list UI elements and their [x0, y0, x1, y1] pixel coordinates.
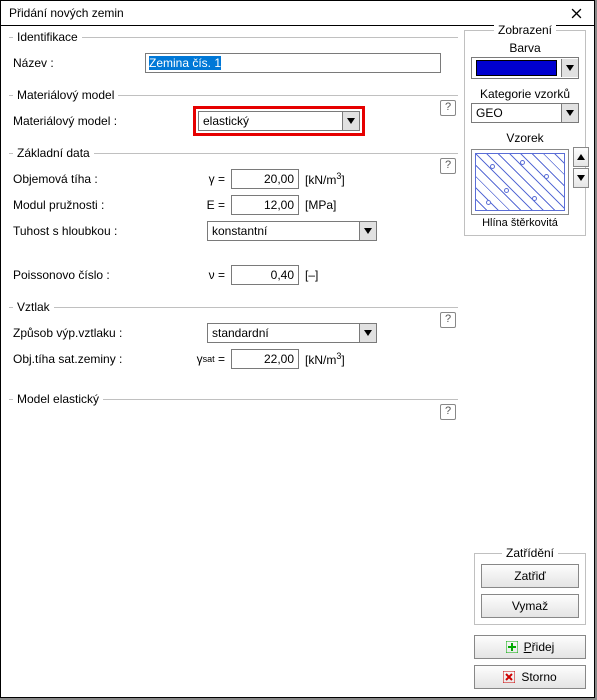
add-button-rest: řidej [532, 640, 555, 654]
name-input-selected-text: Zemina čís. 1 [149, 56, 221, 70]
pattern-next-button[interactable] [573, 168, 589, 188]
uplift-method-value: standardní [208, 326, 359, 340]
clear-button[interactable]: Vymaž [481, 594, 579, 618]
group-display: Zobrazení Barva Kategorie vzorků GEO Vzo… [464, 30, 586, 236]
plus-icon [506, 641, 518, 653]
poisson-label: Poissonovo číslo : [13, 268, 145, 282]
legend-material-model: Materiálový model [13, 88, 118, 102]
material-model-value: elastický [199, 114, 342, 128]
legend-classification: Zatřídění [502, 546, 558, 560]
add-button[interactable]: Přidej [474, 635, 586, 659]
material-model-label: Materiálový model : [13, 114, 193, 128]
material-model-highlight: elastický [193, 106, 365, 136]
unit-weight-input[interactable] [231, 169, 299, 189]
close-button[interactable] [558, 1, 594, 25]
material-model-select[interactable]: elastický [198, 111, 360, 131]
poisson-input[interactable] [231, 265, 299, 285]
poisson-unit: [–] [305, 268, 318, 282]
cancel-button[interactable]: Storno [474, 665, 586, 689]
chevron-down-icon [561, 59, 578, 77]
legend-identification: Identifikace [13, 30, 82, 44]
group-identification: Identifikace Název : Zemina čís. 1 [9, 30, 458, 84]
unit-weight-label: Objemová tíha : [13, 172, 145, 186]
group-classification: Zatřídění Zatřiď Vymaž [474, 553, 586, 625]
chevron-down-icon [342, 112, 359, 130]
chevron-down-icon [561, 104, 578, 122]
dialog-window: Přidání nových zemin Identifikace Název … [0, 0, 595, 698]
help-uplift[interactable]: ? [440, 312, 456, 328]
help-material-model[interactable]: ? [440, 100, 456, 116]
bottom-right-panel: Zatřídění Zatřiď Vymaž Přidej Storno [474, 553, 586, 689]
help-elastic-model[interactable]: ? [440, 404, 456, 420]
legend-elastic-model: Model elastický [13, 392, 103, 406]
pattern-category-value: GEO [472, 106, 561, 120]
left-panel: Identifikace Název : Zemina čís. 1 Mater… [1, 26, 464, 697]
unit-weight-unit: [kN/m3] [305, 171, 345, 187]
uplift-method-label: Způsob výp.vztlaku : [13, 326, 193, 340]
group-elastic-model: Model elastický ? [9, 392, 458, 437]
stiffness-depth-value: konstantní [208, 224, 359, 238]
window-title: Přidání nových zemin [9, 6, 124, 20]
classify-button[interactable]: Zatřiď [481, 564, 579, 588]
e-modulus-symbol: E = [145, 198, 231, 212]
chevron-down-icon [359, 324, 376, 342]
cancel-button-label: Storno [521, 670, 556, 684]
color-select[interactable] [471, 57, 579, 79]
pattern-prev-button[interactable] [573, 147, 589, 167]
sat-weight-symbol: γsat = [145, 352, 231, 366]
pattern-label: Vzorek [471, 131, 579, 145]
sat-weight-input[interactable] [231, 349, 299, 369]
stiffness-depth-select[interactable]: konstantní [207, 221, 377, 241]
pattern-caption: Hlína štěrkovitá [471, 217, 569, 229]
chevron-down-icon [359, 222, 376, 240]
e-modulus-unit: [MPa] [305, 198, 336, 212]
poisson-symbol: ν = [145, 268, 231, 282]
pattern-category-label: Kategorie vzorků [471, 87, 579, 101]
uplift-method-select[interactable]: standardní [207, 323, 377, 343]
group-basic-data: Základní data ? Objemová tíha : γ = [kN/… [9, 146, 458, 296]
close-icon [571, 8, 582, 19]
legend-basic-data: Základní data [13, 146, 94, 160]
add-button-hotkey: P [524, 640, 532, 654]
pattern-category-select[interactable]: GEO [471, 103, 579, 123]
stiffness-depth-label: Tuhost s hloubkou : [13, 224, 193, 238]
cancel-icon [503, 671, 515, 683]
sat-weight-unit: [kN/m3] [305, 351, 345, 367]
pattern-preview[interactable] [471, 149, 569, 215]
sat-weight-label: Obj.tíha sat.zeminy : [13, 352, 145, 366]
color-label: Barva [471, 41, 579, 55]
e-modulus-label: Modul pružnosti : [13, 198, 145, 212]
help-basic-data[interactable]: ? [440, 158, 456, 174]
unit-weight-symbol: γ = [145, 172, 231, 186]
group-material-model: Materiálový model ? Materiálový model : … [9, 88, 458, 142]
group-uplift: Vztlak ? Způsob výp.vztlaku : standardní… [9, 300, 458, 380]
name-label: Název : [13, 56, 145, 70]
legend-uplift: Vztlak [13, 300, 54, 314]
color-swatch [476, 60, 557, 76]
e-modulus-input[interactable] [231, 195, 299, 215]
legend-display: Zobrazení [494, 23, 556, 37]
